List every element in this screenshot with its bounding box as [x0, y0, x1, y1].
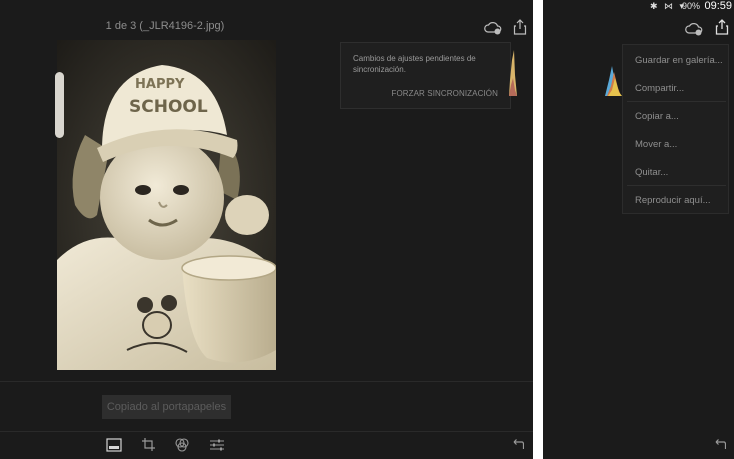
status-icons: ✱ ⋈ ▾ [649, 1, 686, 11]
crop-icon[interactable] [141, 438, 157, 452]
menu-item-copy-to[interactable]: Copiar a... [635, 111, 679, 122]
separator [0, 381, 533, 382]
histogram-icon [509, 50, 517, 96]
cap-text-happy: HAPPY [135, 77, 185, 92]
menu-item-save-gallery[interactable]: Guardar en galería... [635, 55, 723, 66]
share-icon[interactable] [513, 19, 527, 35]
cloud-sync-icon[interactable] [484, 21, 502, 35]
menu-separator [627, 185, 726, 186]
adjust-sliders-icon[interactable] [209, 438, 225, 452]
menu-separator [627, 101, 726, 102]
child-photo: HAPPY SCHOOL [57, 40, 276, 370]
force-sync-button[interactable]: FORZAR SINCRONIZACIÓN [391, 89, 498, 98]
undo-icon[interactable] [511, 439, 524, 450]
menu-item-play-here[interactable]: Reproducir aquí... [635, 195, 711, 206]
photo-canvas[interactable]: HAPPY SCHOOL [57, 40, 276, 370]
clock: 09:59 [704, 0, 732, 12]
share-menu: Guardar en galería... Compartir... Copia… [622, 44, 729, 214]
share-icon[interactable] [715, 19, 729, 35]
battery-level: 90% [681, 1, 700, 11]
cap-text-school: SCHOOL [129, 97, 208, 117]
separator [0, 431, 533, 432]
color-wheel-icon[interactable] [174, 438, 190, 452]
right-panel: ✱ ⋈ ▾ 90% 09:59 Guardar en galería... Co… [543, 0, 734, 459]
menu-item-move-to[interactable]: Mover a... [635, 139, 677, 150]
undo-icon[interactable] [713, 439, 726, 450]
sync-panel: Cambios de ajustes pendientes de sincron… [340, 42, 511, 109]
menu-item-share[interactable]: Compartir... [635, 83, 684, 94]
sync-message: Cambios de ajustes pendientes de sincron… [353, 54, 476, 74]
left-panel: 1 de 3 (_JLR4196-2.jpg) HAPPY SCHOOL Cam… [0, 0, 533, 459]
menu-item-remove[interactable]: Quitar... [635, 167, 668, 178]
edge-handle[interactable] [55, 72, 64, 138]
photo-title: 1 de 3 (_JLR4196-2.jpg) [105, 20, 225, 32]
toast-message: Copiado al portapapeles [102, 395, 231, 419]
layout-icon[interactable] [106, 438, 122, 452]
status-bar: ✱ ⋈ ▾ 90% 09:59 [543, 0, 734, 14]
cloud-sync-icon[interactable] [685, 22, 703, 36]
